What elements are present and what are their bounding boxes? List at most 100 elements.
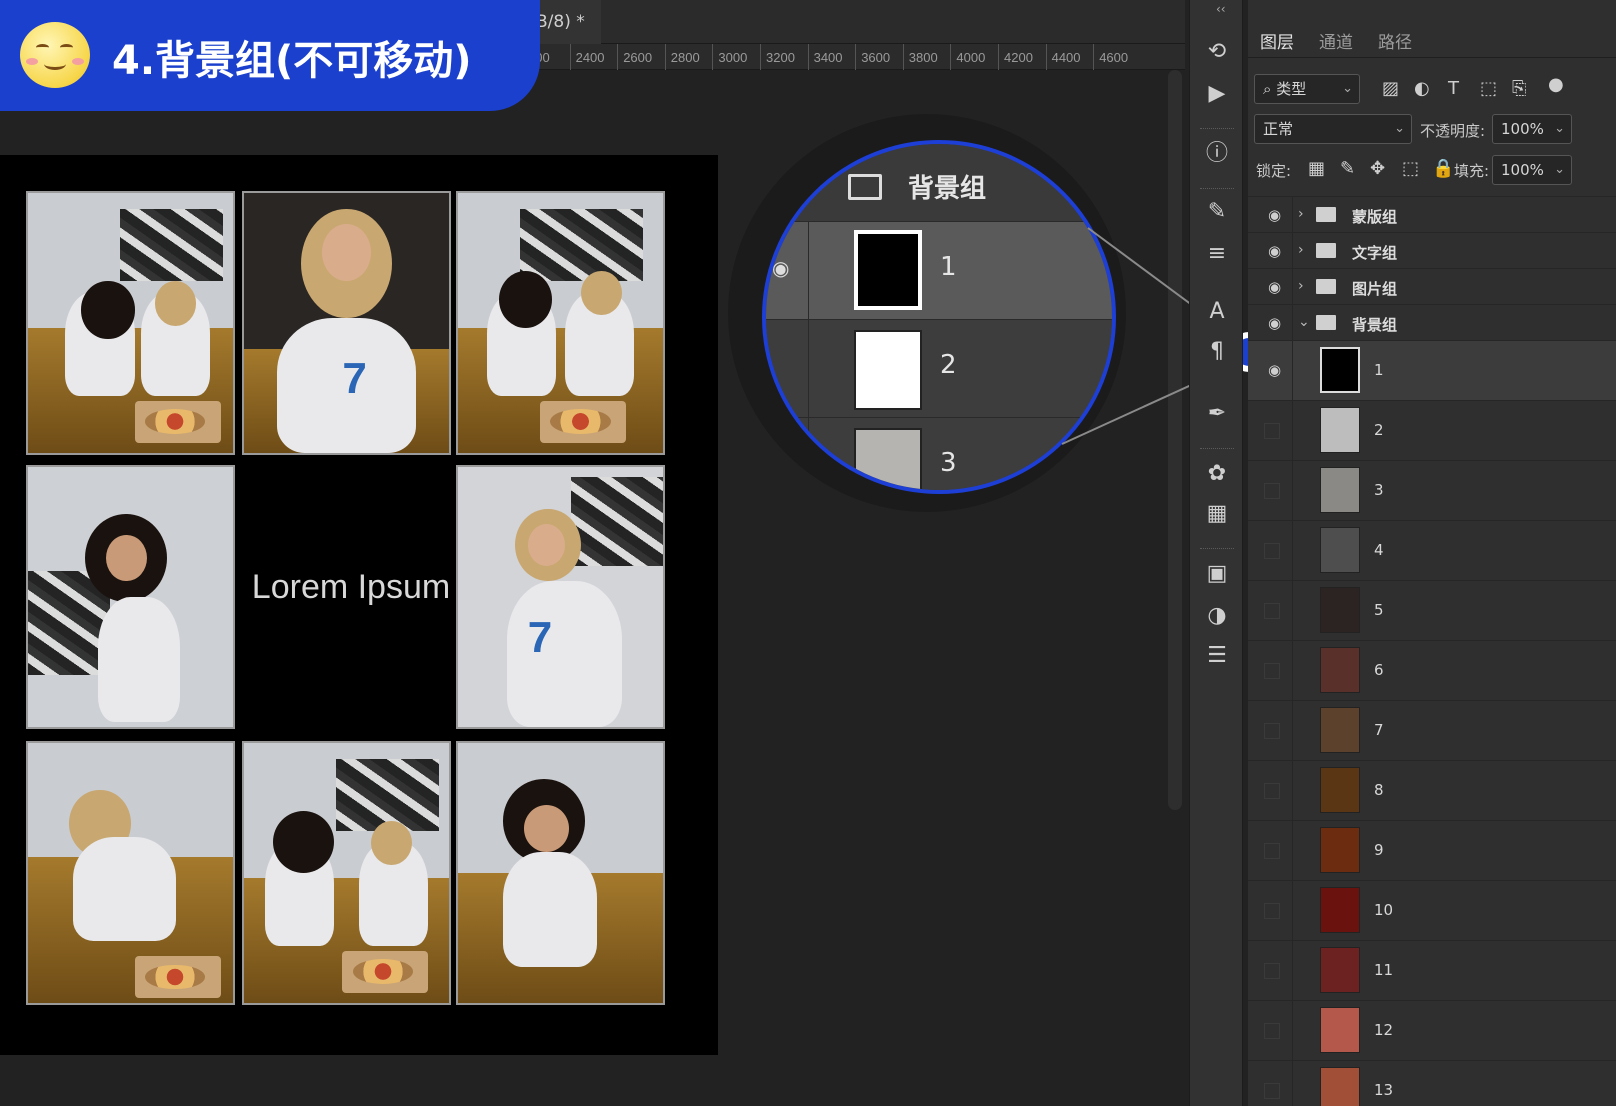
character-icon[interactable]: A (1203, 298, 1231, 326)
chevron-down-icon[interactable]: ⌄ (1298, 314, 1310, 330)
visibility-toggle[interactable] (1264, 783, 1280, 799)
pen-icon[interactable]: ✒ (1203, 400, 1231, 428)
visibility-toggle[interactable] (1264, 1023, 1280, 1039)
collage-photo[interactable] (26, 191, 235, 455)
blend-mode-select[interactable]: 正常 ⌄ (1254, 114, 1412, 144)
layer-row[interactable]: 2 (1248, 401, 1616, 461)
chevron-right-icon[interactable]: › (1298, 206, 1304, 222)
pixel-filter-icon[interactable]: ▨ (1382, 78, 1399, 99)
collage-photo[interactable] (456, 191, 665, 455)
layer-thumbnail (1320, 887, 1360, 933)
collapse-panels-icon[interactable]: ‹‹ (1216, 2, 1226, 16)
lock-all-icon[interactable]: 🔒 (1432, 158, 1454, 179)
smart-object-filter-icon[interactable]: ⎘ (1512, 78, 1526, 99)
visibility-toggle[interactable] (1264, 843, 1280, 859)
chevron-right-icon[interactable]: › (1298, 278, 1304, 294)
row-divider (1292, 305, 1293, 340)
panel-tabs: 图层 通道 路径 (1248, 18, 1616, 58)
eye-icon[interactable]: ◉ (1268, 314, 1281, 332)
collage-photo[interactable] (26, 465, 235, 729)
layer-group-row[interactable]: ◉ › 蒙版组 (1248, 197, 1616, 233)
adjustments-icon[interactable]: ◑ (1203, 602, 1231, 630)
lock-label: 锁定: (1256, 162, 1292, 180)
visibility-toggle[interactable] (1264, 723, 1280, 739)
layer-row[interactable]: 7 (1248, 701, 1616, 761)
info-icon[interactable]: ⓘ (1203, 140, 1231, 168)
visibility-toggle[interactable] (1264, 603, 1280, 619)
lock-artboard-icon[interactable]: ⬚ (1402, 158, 1419, 179)
lock-transparency-icon[interactable]: ▦ (1308, 158, 1325, 179)
brush-settings-icon[interactable]: ✎ (1203, 198, 1231, 226)
layer-row[interactable]: 10 (1248, 881, 1616, 941)
tab-layers[interactable]: 图层 (1260, 28, 1294, 53)
row-divider (808, 418, 809, 490)
layer-name: 9 (1374, 841, 1384, 859)
layer-row[interactable]: 5 (1248, 581, 1616, 641)
opacity-input[interactable]: 100% ⌄ (1492, 114, 1572, 144)
canvas-scrollbar[interactable] (1168, 70, 1182, 810)
libraries-icon[interactable]: ▣ (1203, 560, 1231, 588)
layer-row[interactable]: ◉ 1 (1248, 341, 1616, 401)
eye-icon[interactable]: ◉ (1268, 278, 1281, 296)
row-divider (1292, 761, 1293, 820)
layer-row[interactable]: 4 (1248, 521, 1616, 581)
fill-label: 填充: (1454, 162, 1490, 180)
layer-row[interactable]: 9 (1248, 821, 1616, 881)
lock-position-icon[interactable]: ✥ (1370, 158, 1385, 179)
row-divider (1292, 821, 1293, 880)
play-icon[interactable]: ▶ (1203, 80, 1231, 108)
folder-icon (1316, 207, 1336, 222)
properties-icon[interactable]: ☰ (1203, 642, 1231, 670)
layer-row[interactable]: 13 (1248, 1061, 1616, 1106)
tool-divider (1200, 548, 1234, 549)
eye-icon[interactable]: ◉ (1268, 361, 1281, 379)
layer-group-row[interactable]: ◉ ⌄ 背景组 (1248, 305, 1616, 341)
history-icon[interactable]: ⟲ (1203, 38, 1231, 66)
collage-photo[interactable] (242, 741, 451, 1005)
collage-photo[interactable]: 7 (456, 465, 665, 729)
type-filter-icon[interactable]: T (1448, 78, 1459, 99)
tab-paths[interactable]: 路径 (1378, 28, 1412, 53)
paragraph-icon[interactable]: ¶ (1203, 338, 1231, 366)
adjustment-filter-icon[interactable]: ◐ (1414, 78, 1430, 99)
layer-row[interactable]: 12 (1248, 1001, 1616, 1061)
collage-photo[interactable]: 7 (242, 191, 451, 455)
layer-thumbnail (1320, 587, 1360, 633)
visibility-toggle[interactable] (1264, 423, 1280, 439)
brush-presets-icon[interactable]: ≡ (1203, 240, 1231, 268)
layer-thumbnail (1320, 347, 1360, 393)
layer-row[interactable]: 8 (1248, 761, 1616, 821)
layer-row[interactable]: 11 (1248, 941, 1616, 1001)
layer-name: 12 (1374, 1021, 1394, 1039)
lorem-ipsum-text[interactable]: Lorem Ipsum (246, 568, 456, 607)
eye-icon[interactable]: ◉ (1268, 206, 1281, 224)
swatches-icon[interactable]: ▦ (1203, 500, 1231, 528)
visibility-toggle[interactable] (1264, 903, 1280, 919)
filter-toggle-icon[interactable]: ● (1548, 74, 1564, 95)
tab-channels[interactable]: 通道 (1319, 28, 1353, 53)
layer-group-name: 背景组 (1352, 316, 1398, 334)
layer-row[interactable]: 6 (1248, 641, 1616, 701)
visibility-toggle[interactable] (1264, 963, 1280, 979)
visibility-toggle[interactable] (1264, 483, 1280, 499)
layer-thumbnail (1320, 707, 1360, 753)
layer-group-row[interactable]: ◉ › 文字组 (1248, 233, 1616, 269)
collage-photo[interactable] (26, 741, 235, 1005)
ruler-tick-label: 2600 (617, 44, 652, 70)
eye-icon[interactable]: ◉ (1268, 242, 1281, 260)
ruler-tick-label: 3000 (712, 44, 747, 70)
ruler-tick-label: 4000 (950, 44, 985, 70)
shape-filter-icon[interactable]: ⬚ (1480, 78, 1497, 99)
visibility-toggle[interactable] (1264, 543, 1280, 559)
layer-group-row[interactable]: ◉ › 图片组 (1248, 269, 1616, 305)
visibility-toggle[interactable] (1264, 663, 1280, 679)
lock-pixels-icon[interactable]: ✎ (1340, 158, 1355, 179)
layer-row[interactable]: 3 (1248, 461, 1616, 521)
layer-filter-select[interactable]: ⌕ 类型 ⌄ (1254, 74, 1360, 104)
chevron-right-icon[interactable]: › (1298, 242, 1304, 258)
palette-icon[interactable]: ✿ (1203, 460, 1231, 488)
collage-photo[interactable] (456, 741, 665, 1005)
fill-input[interactable]: 100% ⌄ (1492, 155, 1572, 185)
row-divider (1292, 233, 1293, 268)
visibility-toggle[interactable] (1264, 1083, 1280, 1099)
